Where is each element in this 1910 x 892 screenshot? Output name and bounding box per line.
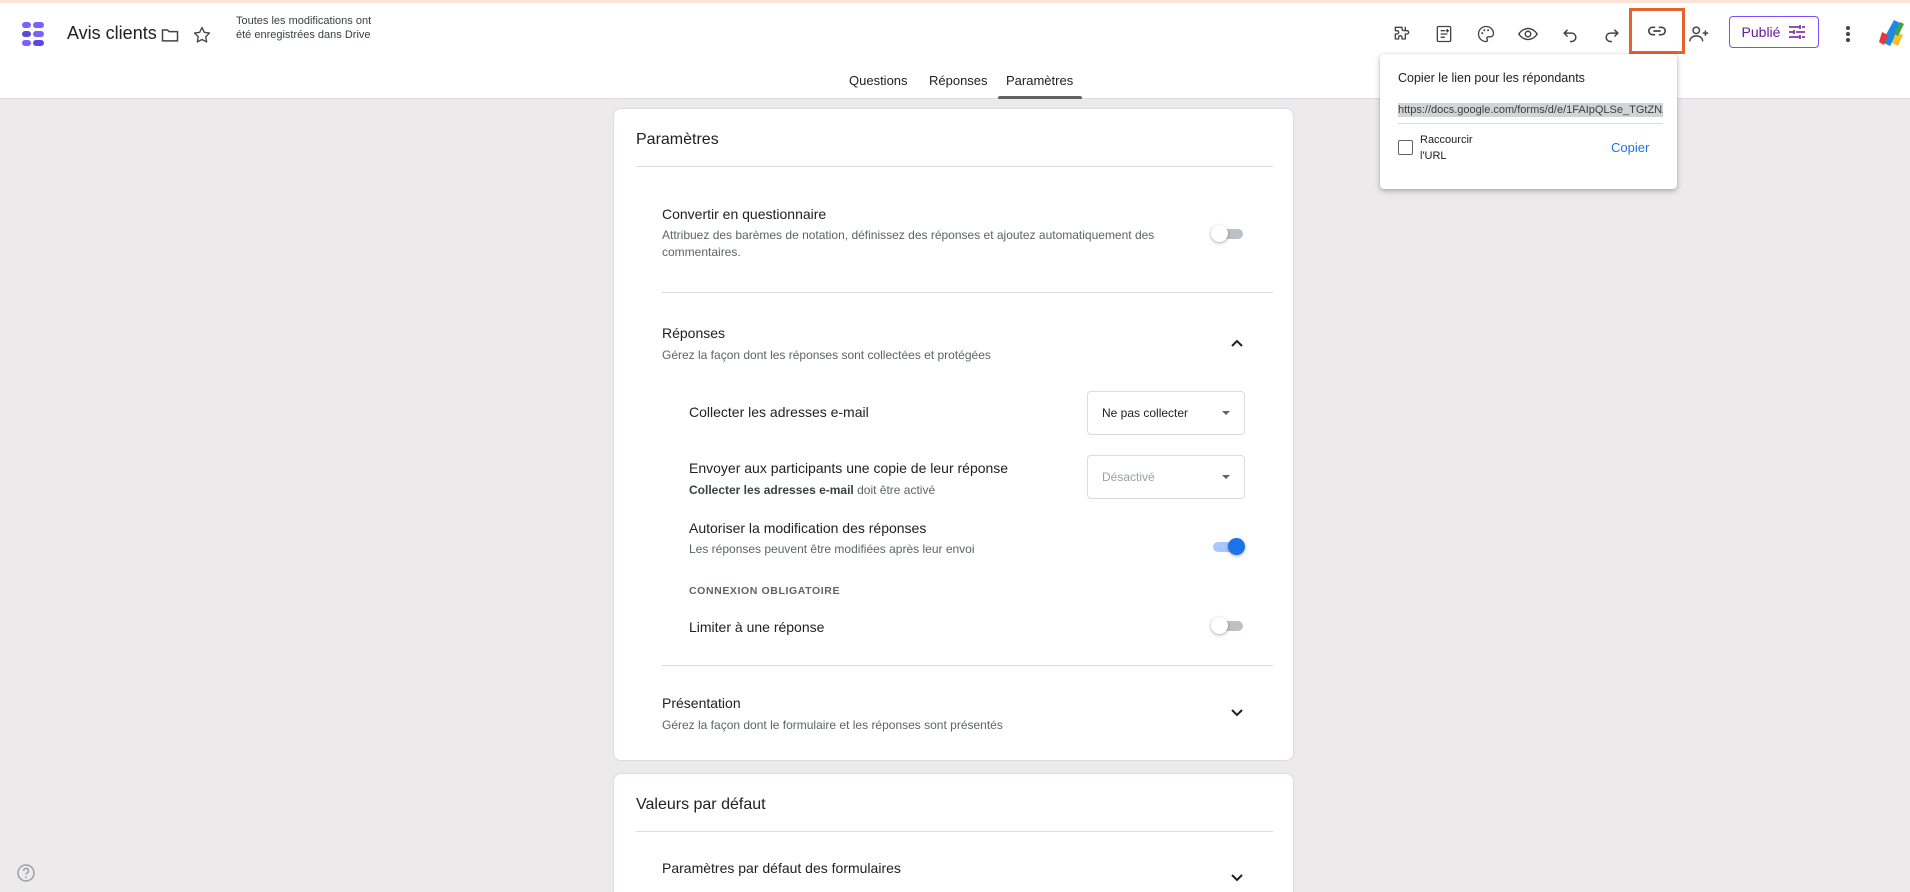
settings-title: Paramètres bbox=[636, 131, 719, 148]
presentation-section-subtitle: Gérez la façon dont le formulaire et les… bbox=[662, 718, 1003, 732]
header-accent-line bbox=[0, 0, 1910, 3]
undo-icon[interactable] bbox=[1552, 16, 1588, 52]
send-copy-note: Collecter les adresses e-mail doit être … bbox=[689, 482, 935, 499]
responses-section-title[interactable]: Réponses bbox=[662, 325, 725, 341]
send-copy-label: Envoyer aux participants une copie de le… bbox=[689, 460, 1009, 476]
forms-logo-icon[interactable] bbox=[18, 18, 48, 52]
preview-eye-icon[interactable] bbox=[1510, 16, 1546, 52]
login-required-caption: CONNEXION OBLIGATOIRE bbox=[689, 585, 841, 597]
shorten-url-label[interactable]: Raccourcir l'URL bbox=[1420, 132, 1490, 164]
add-collaborator-icon[interactable] bbox=[1681, 16, 1717, 52]
copy-button[interactable]: Copier bbox=[1611, 140, 1649, 155]
quiz-title: Convertir en questionnaire bbox=[662, 206, 827, 222]
divider bbox=[1398, 123, 1663, 124]
collect-emails-select[interactable]: Ne pas collecter bbox=[1087, 391, 1245, 435]
limit-one-toggle[interactable] bbox=[1211, 616, 1245, 636]
divider bbox=[662, 292, 1273, 293]
shorten-url-checkbox[interactable] bbox=[1398, 140, 1413, 155]
form-defaults-title[interactable]: Paramètres par défaut des formulaires bbox=[662, 860, 901, 876]
quiz-toggle[interactable] bbox=[1211, 224, 1245, 244]
link-icon bbox=[1647, 26, 1667, 36]
folder-icon[interactable] bbox=[158, 23, 182, 47]
limit-one-label: Limiter à une réponse bbox=[689, 619, 825, 635]
redo-icon[interactable] bbox=[1594, 16, 1630, 52]
more-options-icon[interactable] bbox=[1830, 16, 1866, 52]
defaults-card: Valeurs par défaut Paramètres par défaut… bbox=[613, 773, 1294, 892]
account-avatar-icon[interactable] bbox=[1878, 18, 1906, 48]
divider bbox=[636, 831, 1273, 832]
publish-button[interactable]: Publié bbox=[1729, 16, 1819, 48]
send-copy-note-rest: doit être activé bbox=[853, 483, 936, 497]
caret-down-icon bbox=[1222, 475, 1230, 479]
settings-card: Paramètres Convertir en questionnaire At… bbox=[613, 108, 1294, 761]
copy-link-button[interactable] bbox=[1629, 8, 1685, 54]
import-questions-icon[interactable] bbox=[1426, 16, 1462, 52]
addons-puzzle-icon[interactable] bbox=[1384, 16, 1420, 52]
tune-icon bbox=[1789, 25, 1806, 39]
quiz-subtitle: Attribuez des barèmes de notation, défin… bbox=[662, 228, 1155, 259]
allow-edit-subtitle: Les réponses peuvent être modifiées aprè… bbox=[689, 542, 975, 556]
star-icon[interactable] bbox=[190, 23, 214, 47]
tab-questions[interactable]: Questions bbox=[849, 73, 908, 88]
responses-section-subtitle: Gérez la façon dont les réponses sont co… bbox=[662, 348, 991, 362]
responder-link-field[interactable]: https://docs.google.com/forms/d/e/1FAIpQ… bbox=[1398, 103, 1663, 117]
chevron-up-icon[interactable] bbox=[1227, 333, 1247, 353]
defaults-title: Valeurs par défaut bbox=[636, 796, 766, 813]
allow-edit-toggle[interactable] bbox=[1211, 537, 1245, 557]
palette-icon[interactable] bbox=[1468, 16, 1504, 52]
divider bbox=[636, 166, 1273, 167]
form-title[interactable]: Avis clients bbox=[67, 23, 157, 44]
send-copy-select: Désactivé bbox=[1087, 455, 1245, 499]
popup-title: Copier le lien pour les répondants bbox=[1398, 71, 1585, 85]
divider bbox=[662, 665, 1273, 666]
tab-responses[interactable]: Réponses bbox=[929, 73, 988, 88]
tab-settings[interactable]: Paramètres bbox=[1006, 73, 1073, 88]
publish-label: Publié bbox=[1741, 24, 1781, 40]
active-tab-indicator bbox=[998, 96, 1082, 99]
help-icon[interactable] bbox=[16, 863, 36, 883]
allow-edit-label: Autoriser la modification des réponses bbox=[689, 520, 927, 536]
chevron-down-icon[interactable] bbox=[1227, 868, 1247, 888]
copy-link-popup: Copier le lien pour les répondants https… bbox=[1380, 54, 1677, 189]
presentation-section-title[interactable]: Présentation bbox=[662, 695, 741, 711]
chevron-down-icon[interactable] bbox=[1227, 703, 1247, 723]
caret-down-icon bbox=[1222, 411, 1230, 415]
collect-emails-value: Ne pas collecter bbox=[1102, 406, 1189, 420]
send-copy-value: Désactivé bbox=[1102, 470, 1155, 484]
collect-emails-label: Collecter les adresses e-mail bbox=[689, 404, 869, 420]
save-status: Toutes les modifications ont été enregis… bbox=[236, 15, 372, 41]
send-copy-note-bold: Collecter les adresses e-mail bbox=[689, 483, 854, 497]
